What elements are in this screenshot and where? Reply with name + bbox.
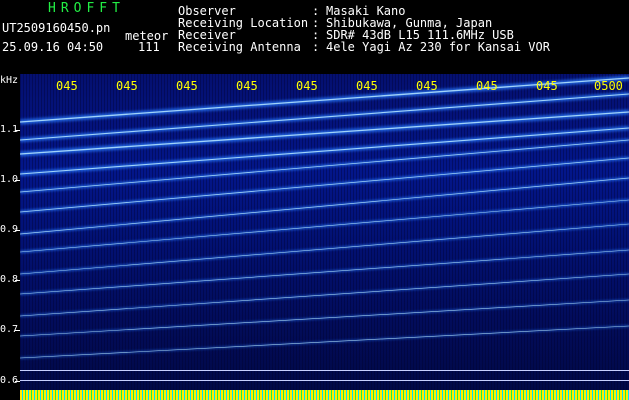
baseline-marker <box>20 370 629 371</box>
x-tick-label: 045 <box>356 79 378 93</box>
antenna-label: Receiving Antenna <box>178 40 301 54</box>
drift-trace <box>20 249 629 295</box>
x-tick-label: 045 <box>176 79 198 93</box>
x-tick-label: 045 <box>296 79 318 93</box>
x-tick-label: 045 <box>476 79 498 93</box>
x-tick-label: 045 <box>116 79 138 93</box>
drift-trace <box>20 223 629 275</box>
file-name: UT2509160450.pn <box>2 21 111 35</box>
spectrogram-plot[interactable]: 045 045 045 045 045 045 045 045 045 0500 <box>20 74 629 400</box>
x-tick-label: 045 <box>536 79 558 93</box>
timestamp: 25.09.16 04:50 <box>2 40 104 54</box>
y-axis: kHz 1.1 1.0 0.9 0.8 0.7 0.6 <box>0 74 20 400</box>
header-panel: HROFFT UT2509160450.pn meteor 25.09.16 0… <box>0 0 629 74</box>
drift-trace <box>20 273 629 317</box>
y-axis-unit: kHz <box>0 75 19 86</box>
x-tick-label: 0500 <box>594 79 623 93</box>
meteor-count: 111 <box>138 40 160 54</box>
antenna-colon: : <box>312 40 320 54</box>
x-tick-label: 045 <box>236 79 258 93</box>
baseline-marker <box>20 380 629 381</box>
app-title: HROFFT <box>48 1 125 16</box>
x-tick-label: 045 <box>416 79 438 93</box>
spectrogram-traces <box>20 75 629 359</box>
antenna-value: 4ele Yagi Az 230 for Kansai VOR <box>326 40 550 54</box>
x-tick-label: 045 <box>56 79 78 93</box>
signal-strip <box>20 390 629 400</box>
